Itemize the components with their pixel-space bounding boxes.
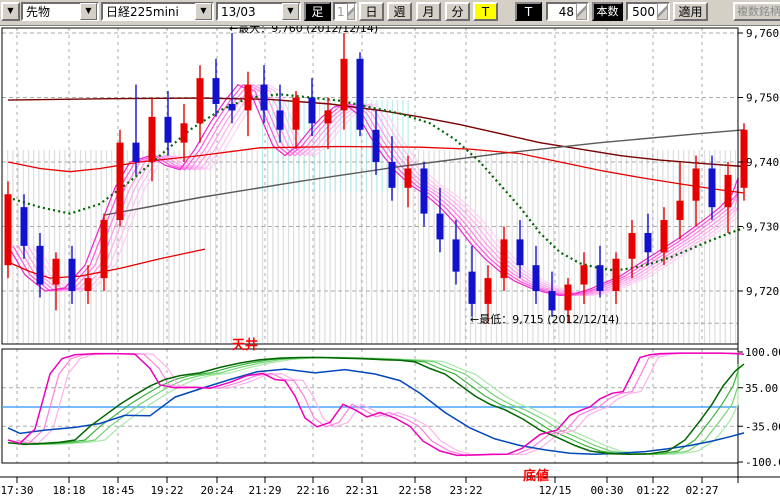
svg-text:19:22: 19:22 — [150, 484, 183, 497]
min-price-annotation: ←最低：9,715 (2012/12/14) — [470, 311, 619, 327]
svg-text:00:30: 00:30 — [590, 484, 623, 497]
svg-text:18:18: 18:18 — [52, 484, 85, 497]
chart-area[interactable]: 9,760 9,750 9,740 9,730 9,720 100.00 35.00 -35.… — [0, 0, 780, 500]
chevron-down-icon[interactable]: ▼ — [195, 3, 212, 20]
category-value: 先物 — [23, 4, 80, 20]
svg-text:9,740: 9,740 — [746, 156, 779, 169]
svg-text:12/15: 12/15 — [538, 484, 571, 497]
period-day-button[interactable]: 日 — [359, 2, 384, 21]
mini-dropdown-button[interactable]: ▼ — [1, 2, 20, 21]
bars-button[interactable]: 本数 — [592, 2, 623, 21]
symbol-value: 日経225mini — [103, 4, 195, 20]
ceiling-label: 天井 — [232, 334, 258, 353]
svg-text:22:16: 22:16 — [296, 484, 329, 497]
svg-text:-100.00: -100.00 — [745, 456, 780, 469]
svg-text:-35.00: -35.00 — [745, 420, 780, 433]
svg-text:21:29: 21:29 — [248, 484, 281, 497]
svg-text:22:31: 22:31 — [345, 484, 378, 497]
svg-text:9,760: 9,760 — [746, 27, 779, 40]
tick-count-value: 48 — [548, 4, 576, 20]
toolbar: ▼ 先物 ▼ 日経225mini ▼ 13/03 ▼ 足 1 日 週 月 分 T… — [0, 0, 780, 26]
svg-text:9,720: 9,720 — [746, 285, 779, 298]
svg-text:20:24: 20:24 — [200, 484, 233, 497]
chevron-down-icon[interactable]: ▼ — [80, 3, 97, 20]
interval-value: 1 — [335, 4, 347, 20]
contract-value: 13/03 — [218, 4, 282, 20]
apply-button[interactable]: 適用 — [673, 2, 708, 21]
svg-text:02:27: 02:27 — [685, 484, 718, 497]
period-month-button[interactable]: 月 — [416, 2, 441, 21]
spinner-icon[interactable] — [576, 3, 587, 20]
period-minute-button[interactable]: 分 — [445, 2, 470, 21]
ashi-button[interactable]: 足 — [304, 2, 331, 21]
chart-window: ▼ 先物 ▼ 日経225mini ▼ 13/03 ▼ 足 1 日 週 月 分 T… — [0, 0, 780, 500]
svg-text:100.00: 100.00 — [745, 346, 780, 359]
multi-symbol-button[interactable]: 複数銘柄 — [733, 2, 780, 21]
svg-text:22:58: 22:58 — [398, 484, 431, 497]
interval-stepper[interactable]: 1 — [333, 2, 357, 21]
svg-text:01:22: 01:22 — [636, 484, 669, 497]
spinner-icon[interactable] — [657, 3, 668, 20]
tick-mode-button[interactable]: T — [515, 2, 542, 21]
svg-text:35.00: 35.00 — [745, 382, 778, 395]
symbol-select[interactable]: 日経225mini ▼ — [101, 2, 214, 21]
contract-month-select[interactable]: 13/03 ▼ — [216, 2, 301, 21]
svg-text:9,730: 9,730 — [746, 221, 779, 234]
tick-count-stepper[interactable]: 48 — [546, 2, 589, 21]
chevron-down-icon: ▼ — [7, 6, 13, 15]
chevron-down-icon[interactable]: ▼ — [282, 3, 299, 20]
bars-count-value: 500 — [628, 4, 657, 20]
svg-text:23:22: 23:22 — [449, 484, 482, 497]
spinner-icon[interactable] — [347, 3, 355, 20]
svg-text:18:45: 18:45 — [101, 484, 134, 497]
svg-text:9,750: 9,750 — [746, 92, 779, 105]
svg-text:17:30: 17:30 — [0, 484, 33, 497]
tick-toggle-button[interactable]: T — [473, 2, 498, 21]
bottom-label: 底値 — [523, 465, 549, 484]
period-week-button[interactable]: 週 — [387, 2, 412, 21]
bars-count-stepper[interactable]: 500 — [626, 2, 670, 21]
category-select[interactable]: 先物 ▼ — [21, 2, 99, 21]
